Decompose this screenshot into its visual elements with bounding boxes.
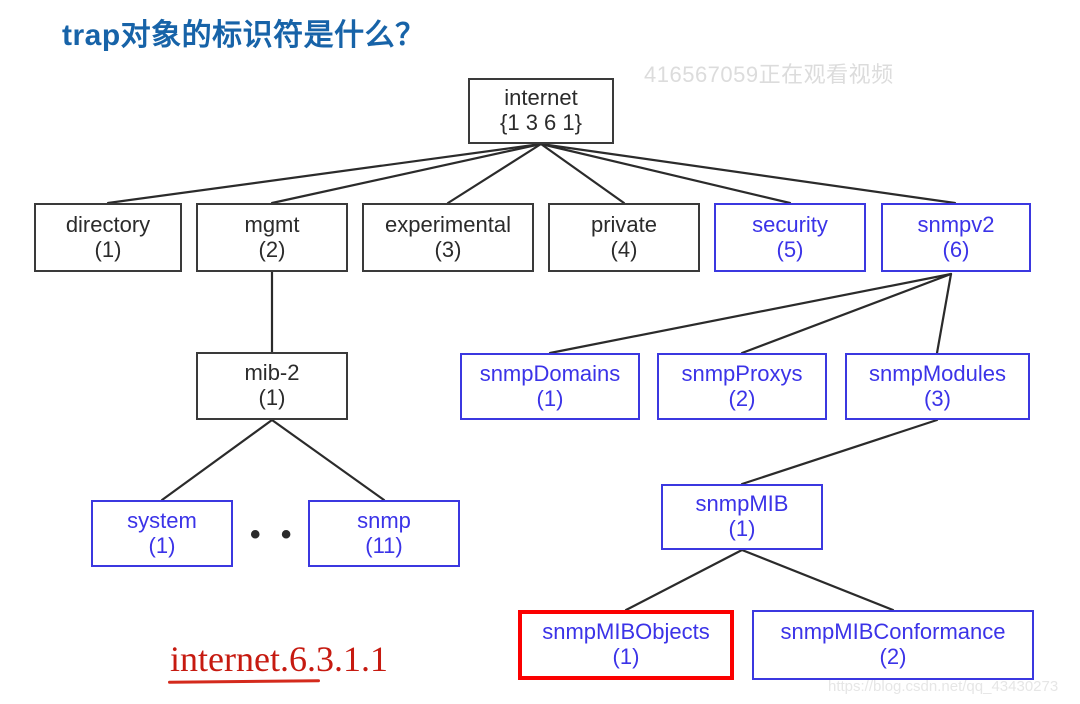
node-number: (1) xyxy=(728,516,756,541)
tree-node-snmpMIBConformance[interactable]: snmpMIBConformance (2) xyxy=(752,610,1034,680)
node-label: snmpProxys xyxy=(681,360,803,386)
node-number: (1) xyxy=(258,385,286,410)
node-label: snmpMIB xyxy=(695,491,789,517)
node-number: (2) xyxy=(728,385,756,411)
tree-node-private[interactable]: private (4) xyxy=(548,203,700,272)
node-number: (1) xyxy=(148,532,176,558)
tree-node-mgmt[interactable]: mgmt (2) xyxy=(196,203,348,272)
tree-node-experimental[interactable]: experimental (3) xyxy=(362,203,534,272)
node-number: (2) xyxy=(258,236,286,262)
node-number: (1) xyxy=(612,644,640,669)
node-number: (5) xyxy=(776,236,804,262)
tree-node-mib-2[interactable]: mib-2 (1) xyxy=(196,352,348,420)
tree-node-snmpMIBObjects[interactable]: snmpMIBObjects (1) xyxy=(518,610,734,680)
node-label: mib-2 xyxy=(244,360,300,386)
node-label: private xyxy=(590,211,658,237)
node-number: (1) xyxy=(536,385,564,411)
node-label: snmpDomains xyxy=(479,360,621,386)
node-label: experimental xyxy=(385,211,511,237)
tree-node-internet[interactable]: internet {1 3 6 1} xyxy=(468,78,614,144)
node-label: internet xyxy=(504,85,578,111)
node-label: snmpMIBConformance xyxy=(780,619,1006,645)
tree-node-snmpModules[interactable]: snmpModules (3) xyxy=(845,353,1030,420)
oid-annotation-underline xyxy=(167,679,321,684)
node-label: directory xyxy=(65,211,151,237)
node-label: snmp xyxy=(357,507,411,533)
tree-node-snmpDomains[interactable]: snmpDomains (1) xyxy=(460,353,640,420)
tree-node-snmpProxys[interactable]: snmpProxys (2) xyxy=(657,353,827,420)
node-label: security xyxy=(752,211,828,237)
node-number: (3) xyxy=(924,385,951,411)
watermark-viewer-text: 416567059正在观看视频 xyxy=(644,62,894,87)
tree-node-directory[interactable]: directory (1) xyxy=(34,203,182,272)
node-label: snmpMIBObjects xyxy=(542,619,710,645)
page-title: trap对象的标识符是什么？ xyxy=(62,19,426,52)
tree-node-security[interactable]: security (5) xyxy=(714,203,866,272)
node-number: (3) xyxy=(434,236,462,262)
node-label: snmpv2 xyxy=(917,211,995,237)
watermark-source-url: https://blog.csdn.net/qq_43430273 xyxy=(828,678,1059,695)
node-number: (11) xyxy=(365,532,403,558)
node-label: snmpModules xyxy=(869,360,1006,386)
node-number: (1) xyxy=(94,236,122,262)
node-label: system xyxy=(127,507,197,533)
tree-node-system[interactable]: system (1) xyxy=(91,500,233,567)
tree-node-snmpv2[interactable]: snmpv2 (6) xyxy=(881,203,1031,272)
oid-annotation: internet.6.3.1.1 xyxy=(170,639,388,679)
node-number: (2) xyxy=(879,644,907,669)
node-label: mgmt xyxy=(244,211,300,237)
node-number: {1 3 6 1} xyxy=(500,110,582,135)
node-number: (6) xyxy=(942,236,970,262)
node-number: (4) xyxy=(610,236,638,262)
tree-node-snmp[interactable]: snmp (11) xyxy=(308,500,460,567)
slide-canvas: trap对象的标识符是什么？ 416567059正在观看视频 internet … xyxy=(0,0,1080,704)
tree-node-snmpMIB[interactable]: snmpMIB (1) xyxy=(661,484,823,550)
